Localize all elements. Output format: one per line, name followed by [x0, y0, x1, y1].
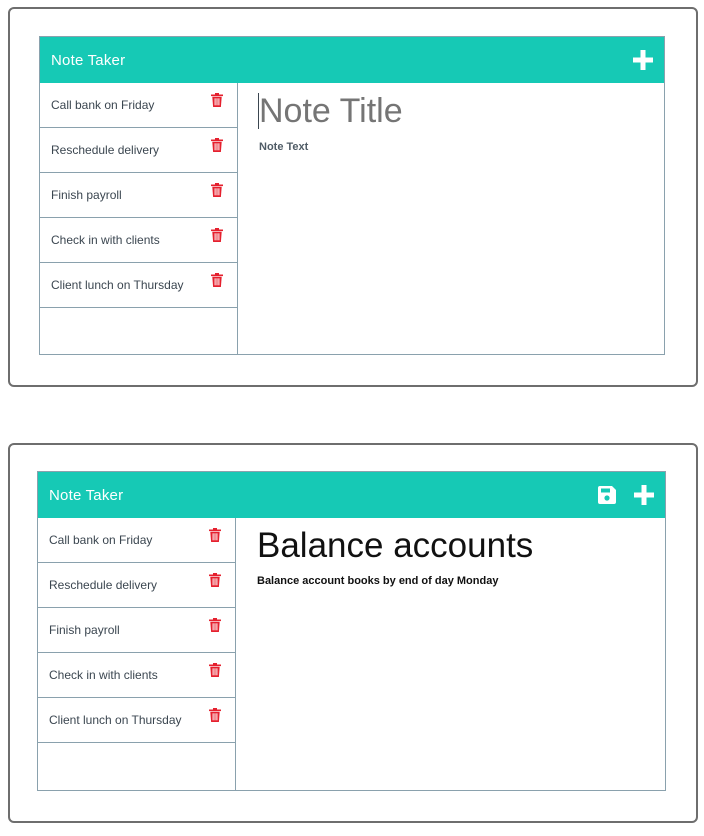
trash-icon[interactable]	[209, 528, 221, 545]
note-viewer: Balance accounts Balance account books b…	[236, 518, 665, 790]
brand-title[interactable]: Note Taker	[49, 487, 123, 504]
plus-icon[interactable]	[634, 485, 654, 505]
note-item-label: Finish payroll	[51, 188, 122, 202]
note-item-label: Client lunch on Thursday	[49, 713, 182, 727]
trash-icon[interactable]	[209, 708, 221, 725]
list-item[interactable]: Call bank on Friday	[40, 83, 237, 128]
note-text-input[interactable]: Note Text	[259, 141, 308, 153]
note-item-label: Client lunch on Thursday	[51, 278, 184, 292]
list-item[interactable]: Check in with clients	[40, 218, 237, 263]
list-item[interactable]: Call bank on Friday	[38, 518, 235, 563]
note-editor: Note Text	[238, 83, 664, 354]
brand-title[interactable]: Note Taker	[51, 52, 125, 69]
note-list: Call bank on Friday Reschedule delivery …	[40, 83, 238, 354]
list-item[interactable]: Client lunch on Thursday	[38, 698, 235, 743]
navbar-actions	[598, 485, 654, 505]
note-item-label: Call bank on Friday	[49, 533, 153, 547]
trash-icon[interactable]	[211, 93, 223, 110]
trash-icon[interactable]	[211, 138, 223, 155]
note-item-label: Finish payroll	[49, 623, 120, 637]
trash-icon[interactable]	[211, 273, 223, 290]
navbar-actions	[633, 50, 653, 70]
navbar: Note Taker	[40, 37, 664, 83]
note-list: Call bank on Friday Reschedule delivery …	[38, 518, 236, 790]
trash-icon[interactable]	[211, 183, 223, 200]
navbar: Note Taker	[38, 472, 665, 518]
plus-icon[interactable]	[633, 50, 653, 70]
list-item[interactable]: Reschedule delivery	[38, 563, 235, 608]
note-item-label: Check in with clients	[51, 233, 160, 247]
save-icon[interactable]	[598, 486, 616, 504]
note-item-label: Call bank on Friday	[51, 98, 155, 112]
note-text[interactable]: Balance account books by end of day Mond…	[257, 575, 498, 587]
list-item[interactable]: Client lunch on Thursday	[40, 263, 237, 308]
note-title[interactable]: Balance accounts	[257, 526, 533, 566]
note-item-label: Reschedule delivery	[49, 578, 158, 592]
trash-icon[interactable]	[211, 228, 223, 245]
list-item[interactable]: Check in with clients	[38, 653, 235, 698]
trash-icon[interactable]	[209, 618, 221, 635]
note-taker-app-view-note: Note Taker Call bank on Friday Reschedul…	[37, 471, 666, 791]
trash-icon[interactable]	[209, 573, 221, 590]
note-title-input[interactable]	[259, 92, 639, 131]
note-item-label: Check in with clients	[49, 668, 158, 682]
trash-icon[interactable]	[209, 663, 221, 680]
list-item[interactable]: Finish payroll	[38, 608, 235, 653]
list-item[interactable]: Reschedule delivery	[40, 128, 237, 173]
list-item[interactable]: Finish payroll	[40, 173, 237, 218]
note-item-label: Reschedule delivery	[51, 143, 160, 157]
note-taker-app-new-note: Note Taker Call bank on Friday Reschedul…	[39, 36, 665, 355]
